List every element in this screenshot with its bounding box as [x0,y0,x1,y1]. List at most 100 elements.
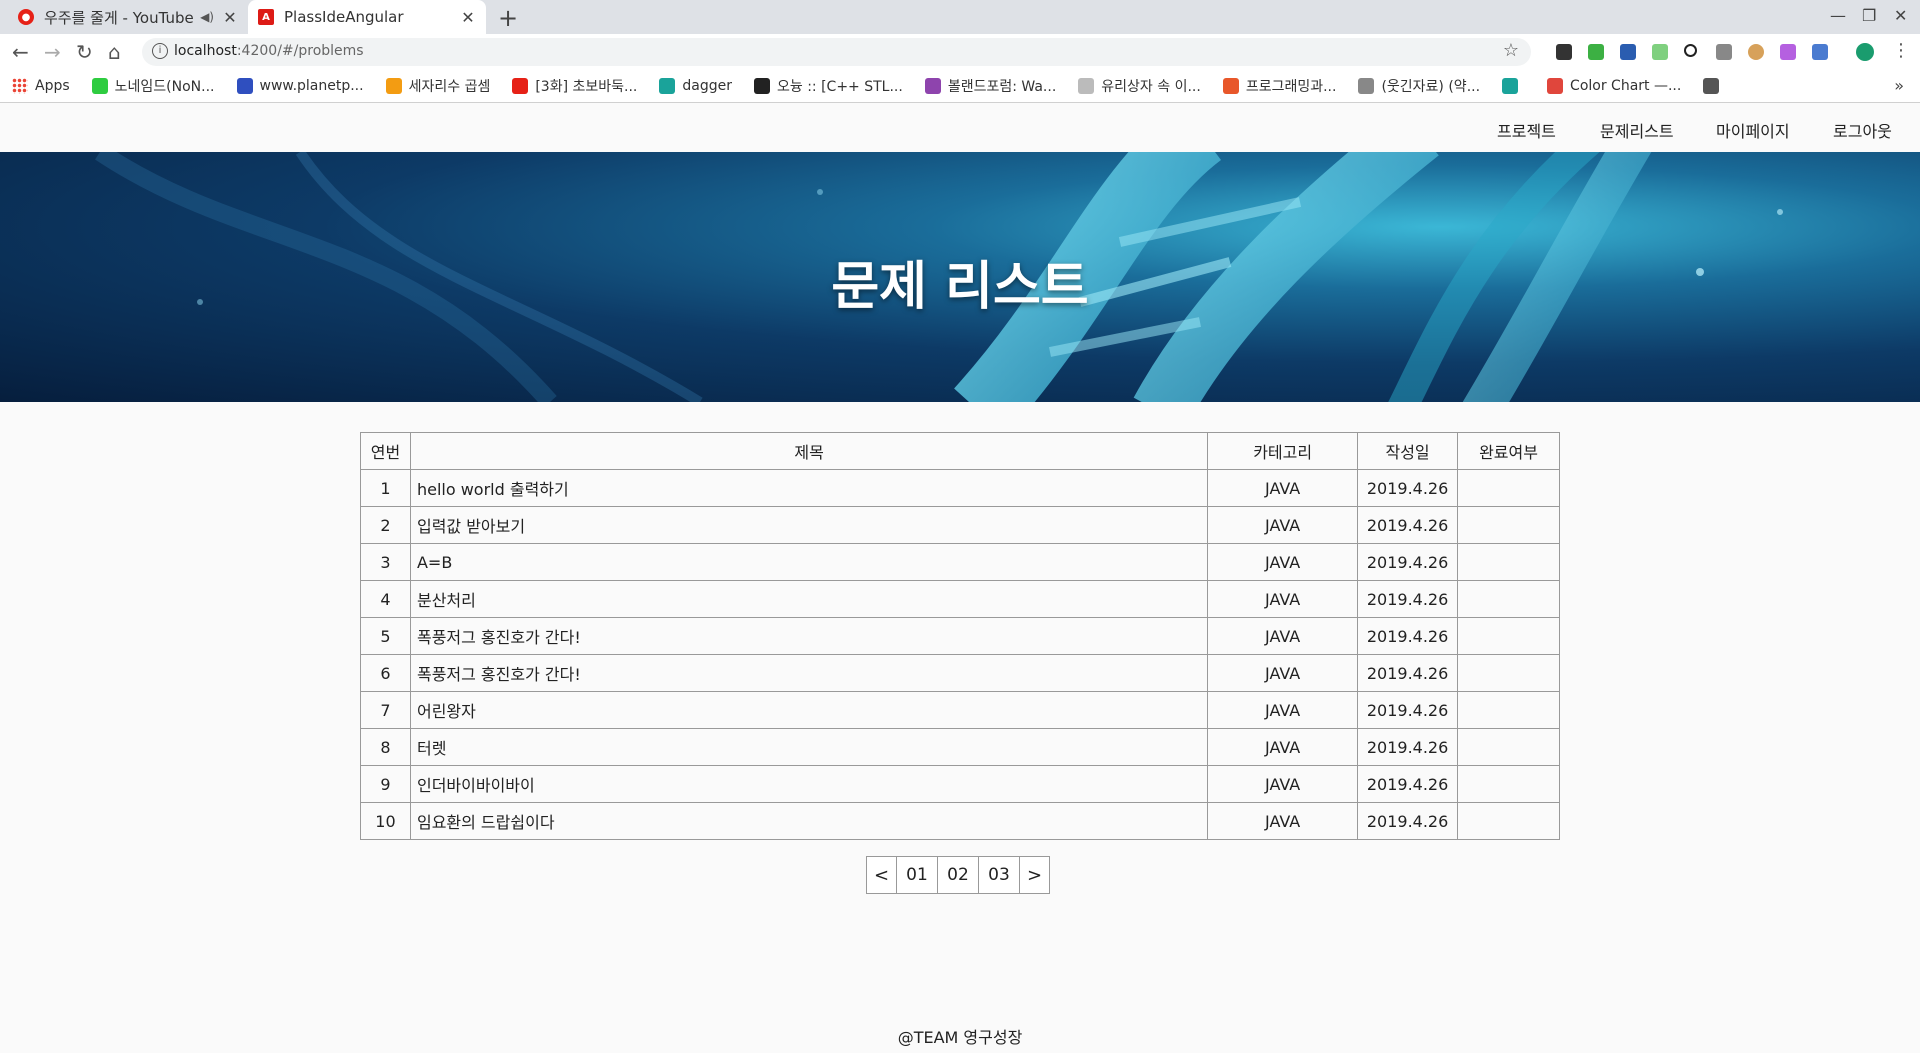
extension-cors-icon[interactable] [1588,44,1604,60]
browser-tab-bar: ● 우주를 줄게 - YouTube M ◀) ✕ A PlassIdeAngu… [0,0,1920,34]
bookmark-item[interactable] [1502,78,1525,94]
bookmark-favicon-icon [1502,78,1519,94]
next-page-button[interactable]: > [1019,856,1050,894]
browser-tab-youtube[interactable]: ● 우주를 줄게 - YouTube M ◀) ✕ [8,0,248,34]
page-02-button[interactable]: 02 [937,856,979,894]
extension-camera-icon[interactable] [1716,44,1732,60]
cell-no: 10 [360,802,411,840]
table-row[interactable]: 8 터렛 JAVA 2019.4.26 [360,728,1560,766]
header-category: 카테고리 [1207,432,1359,470]
forward-icon[interactable]: → [44,40,61,64]
bookmark-star-icon[interactable]: ☆ [1503,40,1519,61]
address-bar[interactable]: i localhost:4200/#/problems ☆ [142,38,1531,66]
home-icon[interactable]: ⌂ [108,40,121,64]
bookmark-label: 세자리수 곱셈 [408,79,491,95]
bookmark-item[interactable]: Color Chart —... [1547,78,1681,94]
page-03-button[interactable]: 03 [978,856,1020,894]
bookmark-favicon-icon [659,78,676,94]
cell-title[interactable]: 터렛 [409,728,1209,766]
close-window-icon[interactable]: ✕ [1894,6,1907,25]
bookmark-item[interactable]: 노네임드(NoN... [91,76,215,96]
bookmark-item[interactable]: dagger [659,78,732,94]
cell-date: 2019.4.26 [1357,654,1459,692]
reload-icon[interactable]: ↻ [76,40,93,64]
cell-title[interactable]: 임요환의 드랍쉽이다 [409,802,1209,840]
profile-avatar-icon[interactable] [1856,43,1874,61]
bookmark-item[interactable]: 세자리수 곱셈 [385,76,491,96]
nav-project-link[interactable]: 프로젝트 [1497,118,1556,142]
table-row[interactable]: 10 임요환의 드랍쉽이다 JAVA 2019.4.26 [360,802,1560,840]
cell-title[interactable]: A=B [409,543,1209,581]
bookmark-favicon-icon [1078,78,1095,94]
bookmark-item[interactable]: (웃긴자료) (약... [1358,76,1480,96]
extension-card-icon[interactable] [1620,44,1636,60]
browser-tab-plasside[interactable]: A PlassIdeAngular ✕ [248,0,486,34]
extension-cookie-icon[interactable] [1748,44,1764,60]
extension-hex-icon[interactable] [1652,44,1668,60]
extension-pen-icon[interactable] [1812,44,1828,60]
page-01-button[interactable]: 01 [896,856,938,894]
bookmark-item[interactable] [1703,78,1726,94]
back-icon[interactable]: ← [12,40,29,64]
extension-search-icon[interactable] [1684,44,1697,57]
cell-title[interactable]: 인더바이바이바이 [409,765,1209,803]
bookmark-favicon-icon [512,78,529,94]
extension-colorful-icon[interactable] [1780,44,1796,60]
tab-title: PlassIdeAngular [284,8,404,26]
bookmark-label: 프로그래밍과... [1245,79,1337,95]
bookmark-label: www.planetp... [259,78,364,94]
bookmark-item[interactable]: [3화] 초보바둑... [512,76,637,96]
cell-done [1457,506,1560,544]
menu-kebab-icon[interactable]: ⋮ [1892,40,1910,61]
bookmark-favicon-icon [12,78,28,94]
nav-logout-link[interactable]: 로그아웃 [1833,118,1892,142]
bookmarks-bar: Apps 노네임드(NoN... www.planetp... 세자리수 곱셈 [3화]… [0,70,1920,103]
cell-title[interactable]: 분산처리 [409,580,1209,618]
bookmark-item[interactable]: 프로그래밍과... [1222,76,1337,96]
minimize-icon[interactable]: — [1830,6,1846,25]
bookmark-item[interactable]: 볼랜드포럼: Wa... [924,76,1057,96]
table-row[interactable]: 7 어린왕자 JAVA 2019.4.26 [360,691,1560,729]
cell-category: JAVA [1207,765,1359,803]
cell-title[interactable]: 폭풍저그 홍진호가 간다! [409,654,1209,692]
table-row[interactable]: 6 폭풍저그 홍진호가 간다! JAVA 2019.4.26 [360,654,1560,692]
tab-close-icon[interactable]: ✕ [222,8,238,27]
url-text[interactable]: localhost:4200/#/problems [174,43,364,59]
cell-title[interactable]: 입력값 받아보기 [409,506,1209,544]
cell-no: 2 [360,506,411,544]
cell-category: JAVA [1207,654,1359,692]
cell-title[interactable]: 어린왕자 [409,691,1209,729]
bookmarks-overflow-icon[interactable]: » [1894,76,1904,95]
restore-icon[interactable]: ❐ [1862,6,1876,25]
table-row[interactable]: 9 인더바이바이바이 JAVA 2019.4.26 [360,765,1560,803]
bookmark-item[interactable]: www.planetp... [236,78,364,94]
url-host: localhost [174,43,237,59]
header-date: 작성일 [1357,432,1459,470]
site-info-icon[interactable]: i [152,43,168,59]
table-row[interactable]: 2 입력값 받아보기 JAVA 2019.4.26 [360,506,1560,544]
bookmark-label: 볼랜드포럼: Wa... [947,79,1057,95]
nav-problems-link[interactable]: 문제리스트 [1600,118,1674,142]
cell-done [1457,802,1560,840]
audio-mute-icon[interactable]: ◀) [200,10,214,24]
prev-page-button[interactable]: < [866,856,897,894]
cell-date: 2019.4.26 [1357,580,1459,618]
bookmark-favicon-icon [385,78,402,94]
bookmark-item[interactable]: Apps [12,78,70,94]
table-row[interactable]: 4 분산처리 JAVA 2019.4.26 [360,580,1560,618]
new-tab-icon[interactable]: + [498,4,518,32]
youtube-favicon-icon: ● [18,9,34,25]
tab-close-icon[interactable]: ✕ [460,8,476,27]
cell-title[interactable]: 폭풍저그 홍진호가 간다! [409,617,1209,655]
bookmark-item[interactable]: 유리상자 속 이... [1078,76,1201,96]
table-row[interactable]: 3 A=B JAVA 2019.4.26 [360,543,1560,581]
table-row[interactable]: 1 hello world 출력하기 JAVA 2019.4.26 [360,469,1560,507]
header-done: 완료여부 [1457,432,1560,470]
table-row[interactable]: 5 폭풍저그 홍진호가 간다! JAVA 2019.4.26 [360,617,1560,655]
cell-title[interactable]: hello world 출력하기 [409,469,1209,507]
browser-toolbar: ← → ↻ ⌂ i localhost:4200/#/problems ☆ ⋮ [0,34,1920,70]
bookmark-item[interactable]: 오늉 :: [C++ STL... [753,76,903,96]
extension-glasses-icon[interactable] [1556,44,1572,60]
nav-mypage-link[interactable]: 마이페이지 [1716,118,1790,142]
cell-done [1457,543,1560,581]
